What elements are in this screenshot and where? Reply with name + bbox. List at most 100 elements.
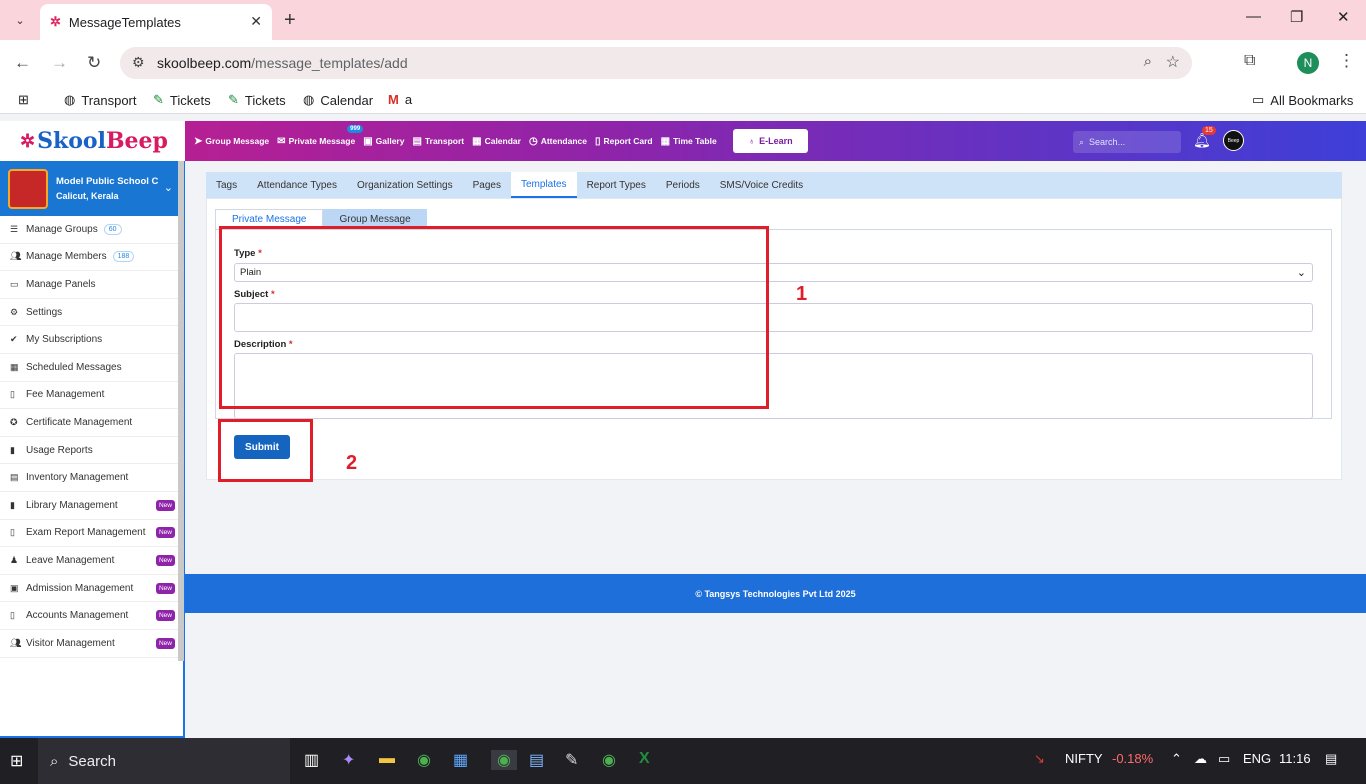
zoom-icon[interactable]: ⌕: [1144, 53, 1152, 70]
sidebar-item-visitor-management[interactable]: 👥︎ Visitor Management New: [0, 630, 183, 658]
profile-avatar[interactable]: N: [1297, 52, 1319, 74]
menu-icon[interactable]: ⋮: [1338, 51, 1355, 71]
apps-icon[interactable]: ⊞: [18, 92, 29, 108]
url-text: skoolbeep.com/message_templates/add: [157, 55, 408, 71]
nav-gallery[interactable]: ▣ Gallery: [359, 136, 408, 147]
sidebar-item-leave-management[interactable]: ♟ Leave Management New: [0, 547, 183, 575]
paint-icon[interactable]: ✎: [565, 750, 578, 770]
folder-icon: ▭: [1252, 92, 1265, 107]
notepad-icon[interactable]: ▤: [529, 750, 544, 770]
sidebar-item-accounts-management[interactable]: ▯ Accounts Management New: [0, 602, 183, 630]
bookmark-star-icon[interactable]: ☆: [1166, 52, 1180, 72]
sidebar-item-fee-management[interactable]: ▯ Fee Management: [0, 382, 183, 410]
sidebar-scrollbar[interactable]: [178, 161, 184, 661]
minimize-button[interactable]: —: [1246, 8, 1261, 25]
sidebar-item-usage-reports[interactable]: ▮ Usage Reports: [0, 437, 183, 465]
all-bookmarks[interactable]: ▭ All Bookmarks: [1252, 92, 1353, 108]
forward-button[interactable]: →: [51, 53, 68, 73]
copilot-icon[interactable]: ✦: [342, 750, 355, 770]
new-badge: New: [155, 610, 175, 622]
sidebar-item-manage-panels[interactable]: ▭ Manage Panels: [0, 271, 183, 299]
notification-count: 15: [1202, 126, 1216, 135]
header-search-input[interactable]: ⌕ Search...: [1073, 131, 1181, 153]
network-icon[interactable]: ▭: [1218, 751, 1230, 767]
sidebar-item-subscriptions[interactable]: ✔ My Subscriptions: [0, 326, 183, 354]
notification-center-icon[interactable]: ▤: [1325, 751, 1337, 767]
school-selector[interactable]: Model Public School C Calicut, Kerala ⌄: [0, 161, 183, 216]
top-navigation: ➤ Group Message ✉ Private Message 999 ▣ Gall…: [190, 121, 721, 161]
school-location: Calicut, Kerala: [56, 191, 119, 201]
excel-icon[interactable]: X: [639, 750, 650, 768]
settings-tabs: Tags Attendance Types Organization Setti…: [206, 172, 1342, 198]
nav-report-card[interactable]: ▯ Report Card: [591, 136, 657, 147]
ticket-icon: ✎: [153, 92, 164, 107]
store-icon[interactable]: ▦: [453, 750, 468, 770]
tab-search-button[interactable]: ⌄: [8, 8, 32, 32]
task-view-icon[interactable]: ▥: [304, 750, 319, 770]
bookmark-tickets-1[interactable]: ✎ Tickets: [153, 92, 211, 108]
sidebar-item-manage-members[interactable]: 👥︎ Manage Members 188: [0, 244, 183, 272]
tab-attendance-types[interactable]: Attendance Types: [247, 172, 347, 198]
tab-pages[interactable]: Pages: [463, 172, 511, 198]
reload-button[interactable]: ↻: [87, 53, 101, 73]
bookmark-calendar[interactable]: ◍ Calendar: [303, 92, 373, 108]
tab-organization-settings[interactable]: Organization Settings: [347, 172, 463, 198]
chrome-profile-icon[interactable]: ◉: [602, 750, 616, 770]
sidebar-item-library-management[interactable]: ▮ Library Management New: [0, 492, 183, 520]
chrome-active-icon[interactable]: ◉: [491, 750, 517, 770]
back-button[interactable]: ←: [14, 53, 31, 73]
skoolbeep-logo[interactable]: ✲ Skool Beep: [0, 121, 185, 161]
nav-calendar[interactable]: ▦ Calendar: [468, 136, 525, 147]
tab-sms-voice-credits[interactable]: SMS/Voice Credits: [710, 172, 813, 198]
users-icon: 👥︎: [10, 251, 22, 262]
tab-tags[interactable]: Tags: [206, 172, 247, 198]
file-explorer-icon[interactable]: ▬: [379, 750, 395, 768]
users-icon: 👥︎: [10, 637, 22, 648]
sidebar-item-certificate-management[interactable]: ✪ Certificate Management: [0, 409, 183, 437]
browser-tab[interactable]: ✲ MessageTemplates ✕: [40, 4, 272, 40]
sidebar-item-exam-report-management[interactable]: ▯ Exam Report Management New: [0, 520, 183, 548]
nav-attendance[interactable]: ◷ Attendance: [525, 136, 591, 147]
close-tab-icon[interactable]: ✕: [250, 13, 262, 30]
cloud-icon[interactable]: ☁: [1194, 751, 1207, 767]
tab-templates[interactable]: Templates: [510, 172, 577, 198]
address-bar[interactable]: ⚙ skoolbeep.com/message_templates/add ⌕ …: [120, 47, 1192, 79]
tray-chevron-icon[interactable]: ⌃: [1171, 751, 1182, 767]
tab-periods[interactable]: Periods: [656, 172, 710, 198]
nav-group-message[interactable]: ➤ Group Message: [190, 136, 273, 147]
nav-time-table[interactable]: ▦ Time Table: [657, 136, 721, 147]
sidebar-item-settings[interactable]: ⚙ Settings: [0, 299, 183, 327]
bookmarks-bar: ⊞ ◍ Transport ✎ Tickets ✎ Tickets ◍ Calendar…: [0, 86, 1366, 114]
chrome-icon[interactable]: ◉: [417, 750, 431, 770]
language-indicator[interactable]: ENG: [1243, 751, 1271, 766]
envelope-icon: ✉: [277, 135, 286, 147]
tab-report-types[interactable]: Report Types: [577, 172, 656, 198]
taskbar-search[interactable]: ⌕ Search: [38, 738, 290, 784]
site-info-icon[interactable]: ⚙: [132, 54, 145, 71]
sidebar-item-manage-groups[interactable]: ☰ Manage Groups 60: [0, 216, 183, 244]
restore-button[interactable]: ❐: [1290, 8, 1303, 26]
nav-transport[interactable]: ▤ Transport: [408, 136, 468, 147]
windows-start-icon[interactable]: ⊞: [10, 751, 23, 771]
image-icon: ▣: [363, 135, 373, 147]
clock[interactable]: 11:16: [1279, 751, 1311, 766]
windows-taskbar: ⊞ ⌕ Search ▥ ✦ ▬ ◉ ▦ ◉ ▤ ✎ ◉ X ↘ NIFTY -0…: [0, 738, 1366, 784]
close-window-button[interactable]: ✕: [1337, 8, 1350, 26]
calendar-icon: ▦: [472, 135, 482, 147]
bookmark-tickets-2[interactable]: ✎ Tickets: [228, 92, 286, 108]
user-avatar[interactable]: Beep: [1223, 130, 1244, 151]
sidebar-item-inventory-management[interactable]: ▤ Inventory Management: [0, 464, 183, 492]
annotation-label-2: 2: [346, 452, 358, 474]
sidebar-item-scheduled-messages[interactable]: ▦ Scheduled Messages: [0, 354, 183, 382]
bookmark-transport[interactable]: ◍ Transport: [64, 92, 137, 108]
footer: © Tangsys Technologies Pvt Ltd 2025: [185, 574, 1366, 613]
file-icon: ▯: [10, 527, 15, 538]
ticker-name[interactable]: NIFTY: [1065, 751, 1103, 766]
bookmark-gmail[interactable]: Ma: [388, 92, 412, 107]
new-tab-button[interactable]: +: [284, 9, 296, 32]
elearn-button[interactable]: ♁ E-Learn: [733, 129, 808, 153]
extensions-icon[interactable]: ⧉: [1244, 52, 1255, 70]
award-icon: ✪: [10, 416, 18, 427]
sidebar-item-admission-management[interactable]: ▣ Admission Management New: [0, 575, 183, 603]
nav-private-message[interactable]: ✉ Private Message 999: [273, 124, 364, 147]
